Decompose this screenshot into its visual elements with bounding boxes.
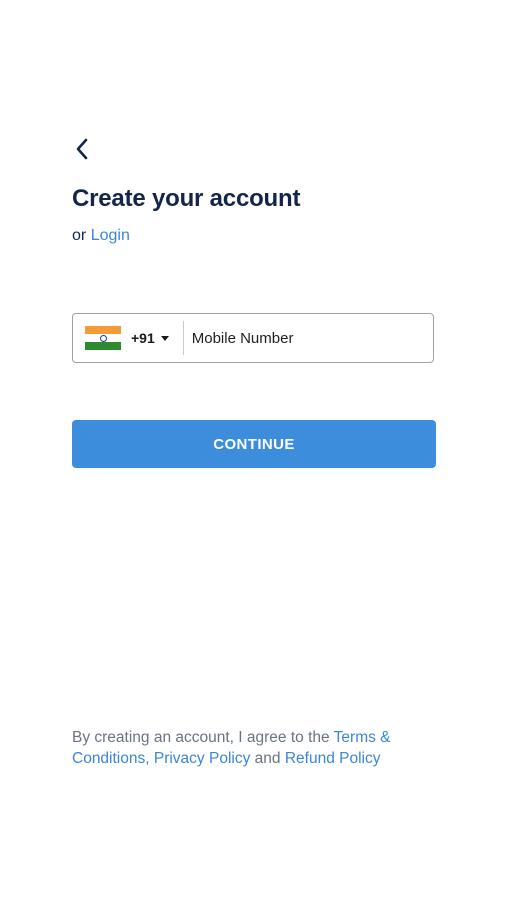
caret-down-icon xyxy=(160,335,169,341)
india-flag-icon xyxy=(85,326,121,350)
continue-button[interactable]: CONTINUE xyxy=(72,420,436,468)
login-prompt: or Login xyxy=(72,227,130,245)
country-code-selector[interactable]: +91 xyxy=(73,314,175,362)
login-prefix: or xyxy=(72,227,87,244)
privacy-policy-link[interactable]: Privacy Policy xyxy=(154,750,250,767)
phone-number-field: +91 xyxy=(72,313,434,363)
terms-notice: By creating an account, I agree to the T… xyxy=(72,727,442,769)
terms-and-text: and xyxy=(254,750,281,767)
chevron-left-icon xyxy=(75,138,89,165)
terms-prefix: By creating an account, I agree to the xyxy=(72,729,330,746)
dial-code: +91 xyxy=(131,330,155,346)
refund-policy-link[interactable]: Refund Policy xyxy=(285,750,381,767)
back-button[interactable] xyxy=(68,136,96,166)
page-title: Create your account xyxy=(72,185,301,212)
login-link[interactable]: Login xyxy=(91,227,130,244)
mobile-number-input[interactable] xyxy=(183,314,433,362)
